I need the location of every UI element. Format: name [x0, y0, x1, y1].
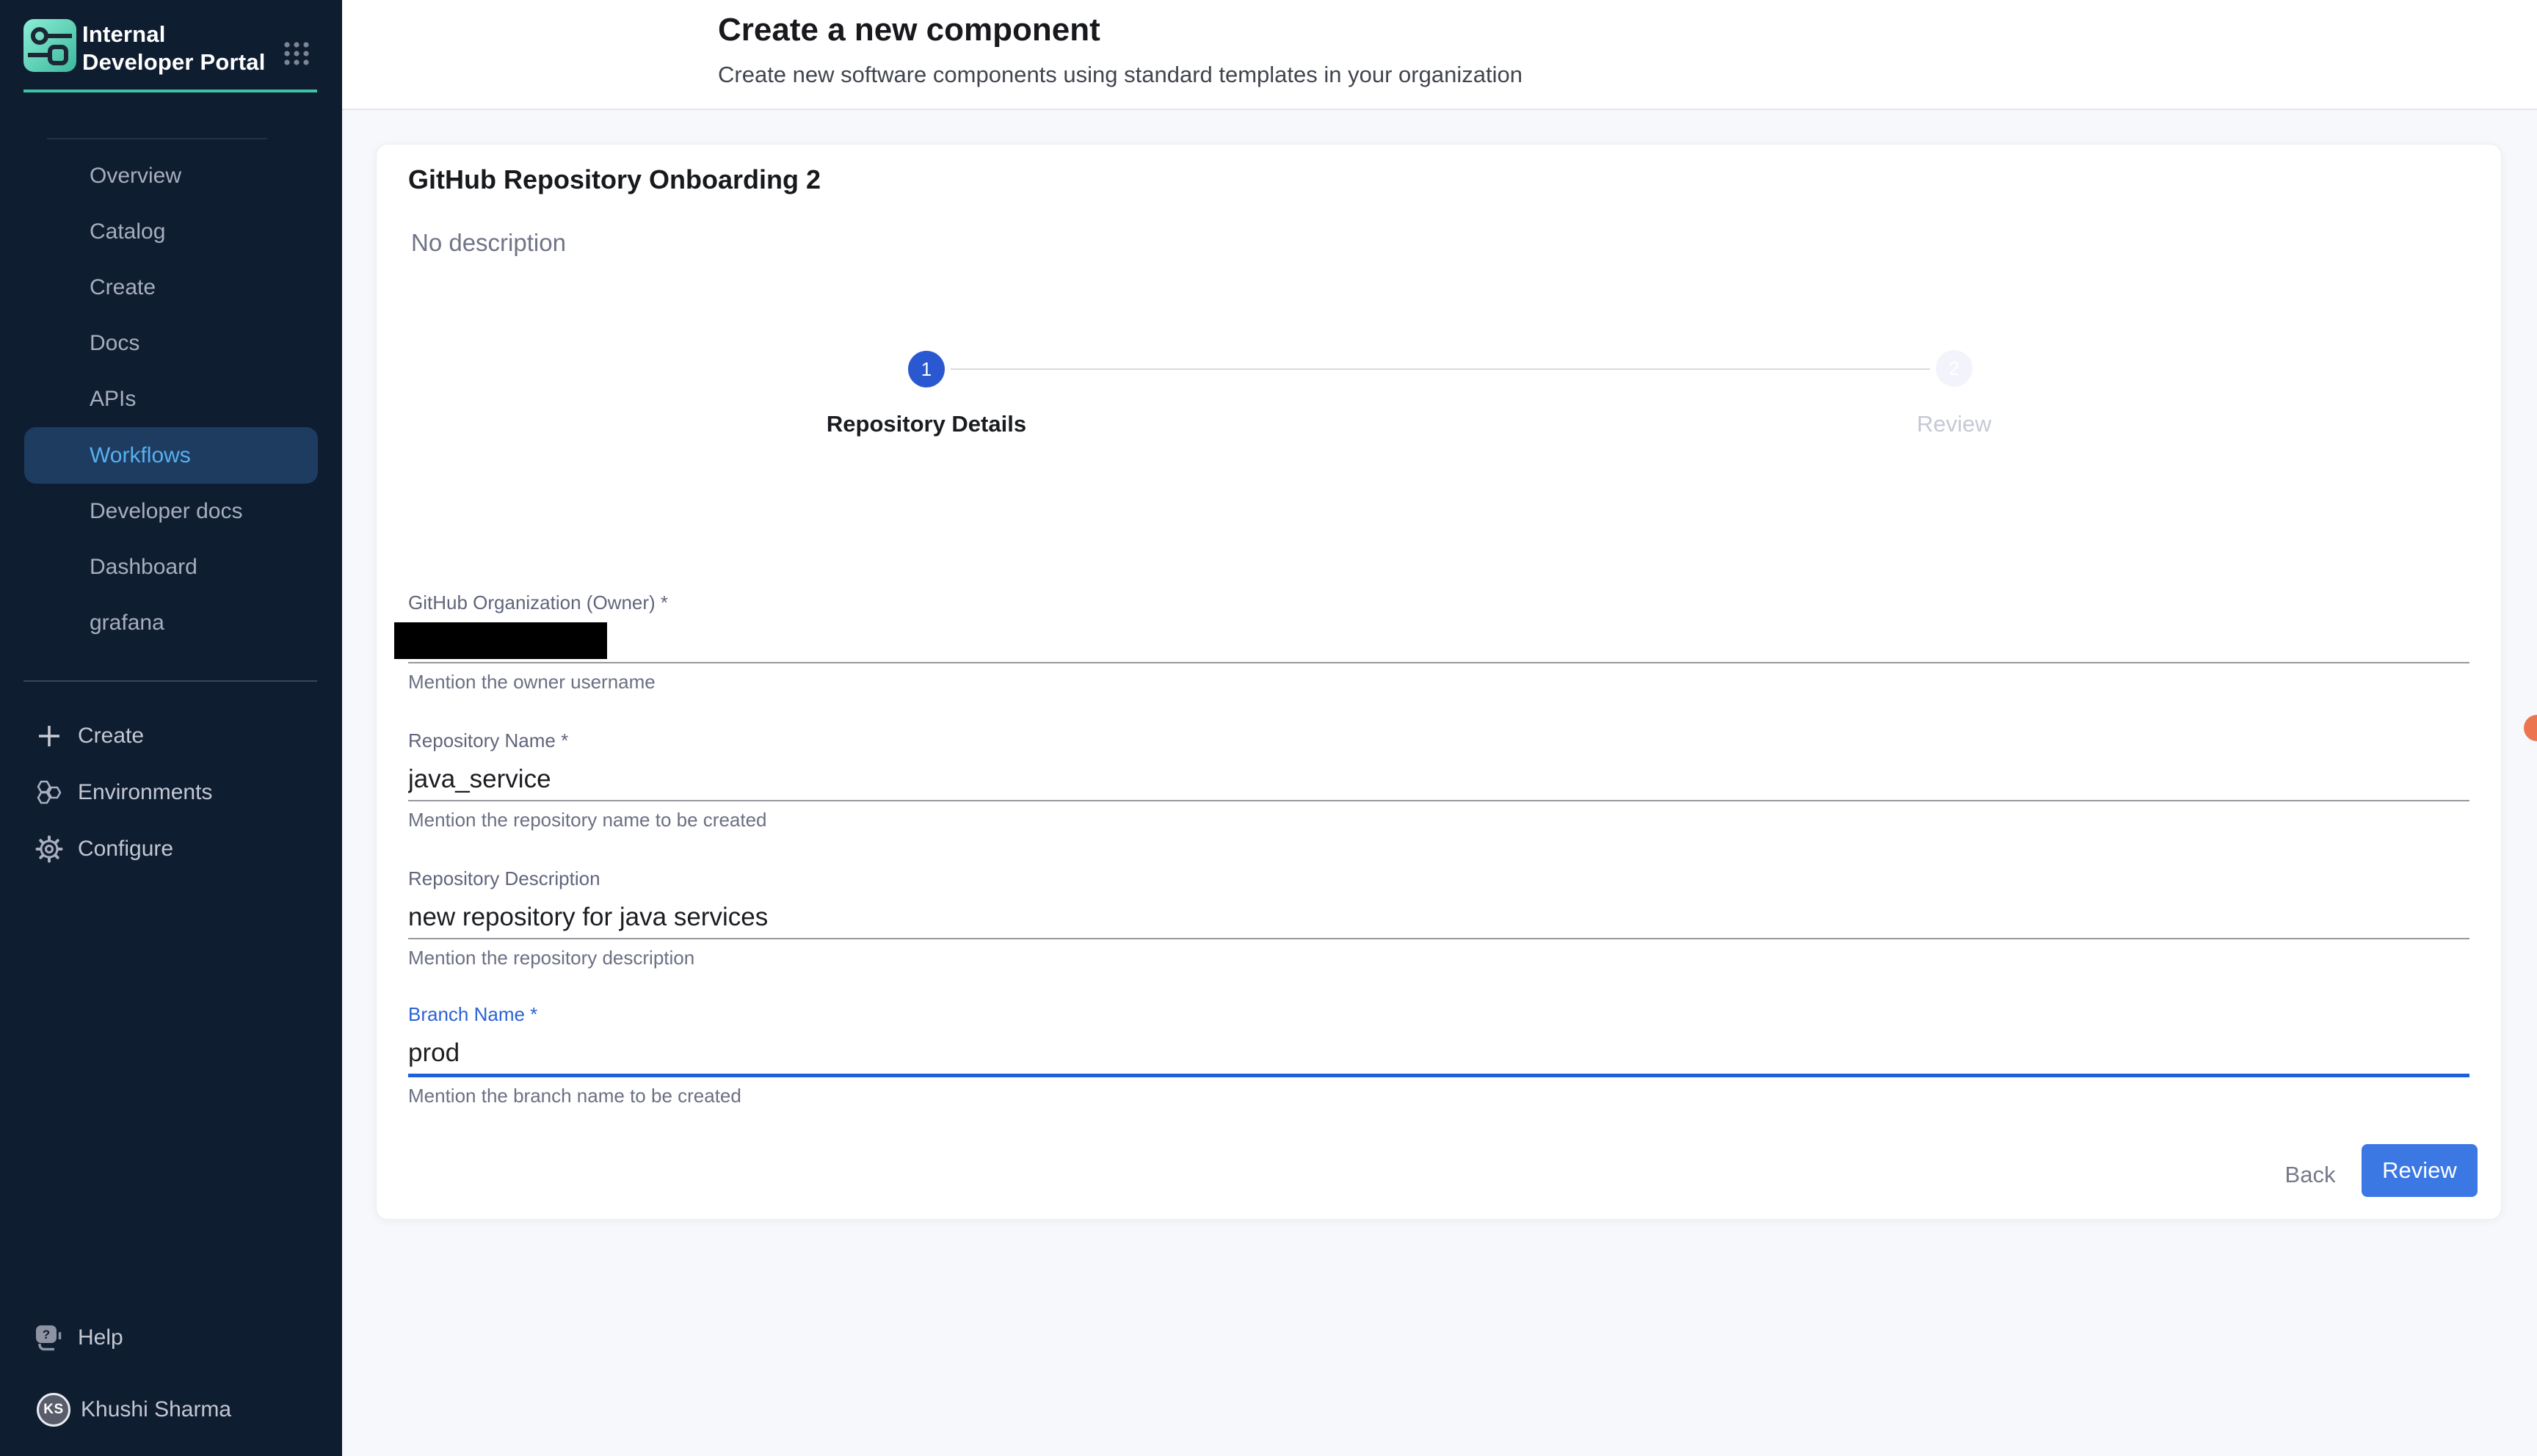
user-menu[interactable]: KS Khushi Sharma: [0, 1386, 342, 1434]
field-label: Repository Name *: [408, 729, 2469, 754]
sidebar-item-workflows[interactable]: Workflows: [24, 427, 318, 484]
field-branch-name: Branch Name * Mention the branch name to…: [408, 1003, 2469, 1107]
redacted-value: [394, 622, 607, 659]
github-organization-input[interactable]: [408, 621, 2469, 662]
template-description: No description: [411, 229, 566, 257]
hexagons-icon: [35, 778, 64, 807]
repository-description-input[interactable]: [408, 897, 2469, 938]
sidebar-divider: [23, 680, 317, 682]
sidebar-item-developer-docs[interactable]: Developer docs: [0, 484, 342, 539]
input-underline: [408, 1074, 2469, 1077]
field-repository-name: Repository Name * Mention the repository…: [408, 729, 2469, 831]
input-underline: [408, 800, 2469, 801]
help-chat-icon: ?: [35, 1323, 64, 1353]
sidebar-item-catalog[interactable]: Catalog: [0, 204, 342, 260]
step-1-label: Repository Details: [780, 411, 1073, 437]
repository-name-input[interactable]: [408, 759, 2469, 800]
step-1-indicator: 1: [908, 351, 945, 387]
step-2-indicator: 2: [1936, 350, 1972, 387]
branch-name-input[interactable]: [408, 1033, 2469, 1074]
field-repository-description: Repository Description Mention the repos…: [408, 867, 2469, 969]
sidebar-item-dashboard[interactable]: Dashboard: [0, 539, 342, 595]
sidebar-item-docs[interactable]: Docs: [0, 316, 342, 371]
portal-title: Internal Developer Portal: [82, 21, 266, 76]
review-button[interactable]: Review: [2362, 1144, 2478, 1197]
sidebar-action-environments[interactable]: Environments: [0, 764, 342, 820]
field-helper: Mention the branch name to be created: [408, 1085, 2469, 1107]
plus-icon: [35, 721, 64, 751]
sidebar: Internal Developer Portal Overview Catal…: [0, 0, 342, 1456]
field-helper: Mention the repository description: [408, 947, 2469, 969]
page-subtitle: Create new software components using sta…: [718, 62, 1522, 88]
help-button[interactable]: ? Help: [0, 1309, 342, 1366]
field-helper: Mention the repository name to be create…: [408, 809, 2469, 831]
page-header: Create a new component Create new softwa…: [342, 0, 2537, 110]
field-label: Branch Name *: [408, 1003, 2469, 1028]
app-switcher-icon[interactable]: [282, 38, 311, 68]
field-helper: Mention the owner username: [408, 671, 2469, 694]
svg-text:?: ?: [43, 1328, 50, 1342]
stepper-connector: [951, 368, 1930, 370]
back-button[interactable]: Back: [2264, 1151, 2356, 1199]
sidebar-item-create[interactable]: Create: [0, 260, 342, 316]
sidebar-item-grafana[interactable]: grafana: [0, 595, 342, 651]
page-title: Create a new component: [718, 12, 1100, 48]
sidebar-action-configure[interactable]: Configure: [0, 820, 342, 877]
template-title: GitHub Repository Onboarding 2: [408, 164, 821, 195]
field-github-organization: GitHub Organization (Owner) * Mention th…: [408, 592, 2469, 694]
step-2-label: Review: [1807, 411, 2101, 437]
field-label: Repository Description: [408, 867, 2469, 892]
input-underline: [408, 662, 2469, 663]
sidebar-action-create[interactable]: Create: [0, 707, 342, 764]
sidebar-nav: Overview Catalog Create Docs APIs Workfl…: [0, 148, 342, 651]
sidebar-divider: [47, 138, 267, 139]
user-name: Khushi Sharma: [0, 1397, 231, 1422]
gear-icon: [35, 834, 64, 864]
input-underline: [408, 938, 2469, 939]
sidebar-accent-rule: [23, 90, 317, 92]
avatar: KS: [37, 1393, 70, 1427]
sidebar-item-apis[interactable]: APIs: [0, 371, 342, 427]
feedback-edge-button[interactable]: [2524, 715, 2537, 741]
field-label: GitHub Organization (Owner) *: [408, 592, 2469, 616]
portal-logo-icon: [23, 19, 76, 72]
sidebar-item-overview[interactable]: Overview: [0, 148, 342, 204]
